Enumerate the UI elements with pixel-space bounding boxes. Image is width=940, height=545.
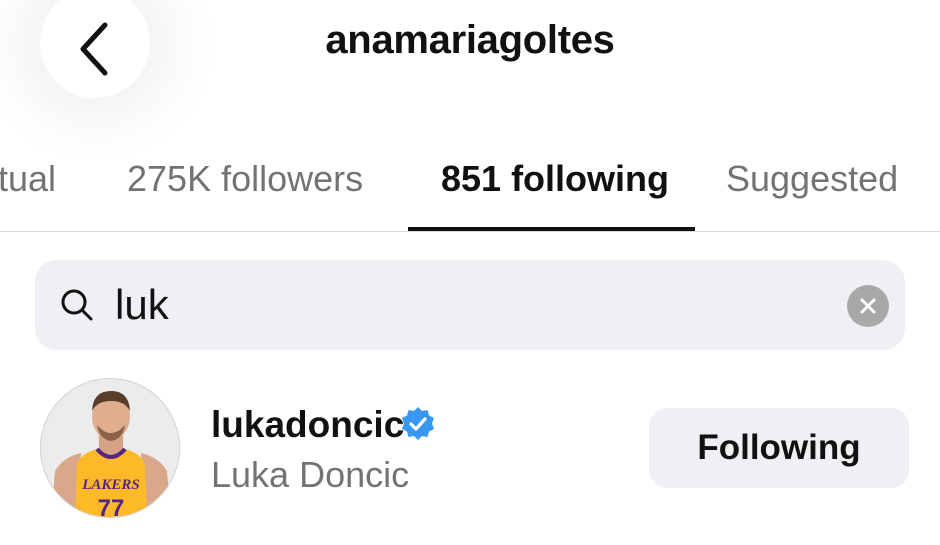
search-bar[interactable] xyxy=(35,260,905,350)
search-input[interactable] xyxy=(115,276,815,334)
username[interactable]: lukadoncic xyxy=(211,404,404,446)
jersey-number: 77 xyxy=(98,495,125,518)
full-name: Luka Doncic xyxy=(211,454,410,495)
tab-suggested[interactable]: Suggested xyxy=(726,150,898,230)
verified-badge-icon xyxy=(402,407,434,440)
user-row[interactable]: LAKERS 77 lukadoncic Luka Doncic Followi… xyxy=(0,370,940,530)
tab-bar: tual 275K followers 851 following Sugges… xyxy=(0,150,940,232)
page-title: anamariagoltes xyxy=(325,18,615,62)
tab-followers[interactable]: 275K followers xyxy=(127,150,363,230)
following-button[interactable]: Following xyxy=(649,408,909,488)
clear-search-button[interactable] xyxy=(847,285,889,327)
jersey-text: LAKERS xyxy=(81,477,140,493)
search-icon xyxy=(61,289,93,321)
tab-following[interactable]: 851 following xyxy=(441,150,669,230)
avatar[interactable]: LAKERS 77 xyxy=(40,378,180,518)
tabs-divider xyxy=(0,231,940,232)
clear-icon xyxy=(860,298,876,314)
tab-mutual[interactable]: tual xyxy=(0,150,56,230)
